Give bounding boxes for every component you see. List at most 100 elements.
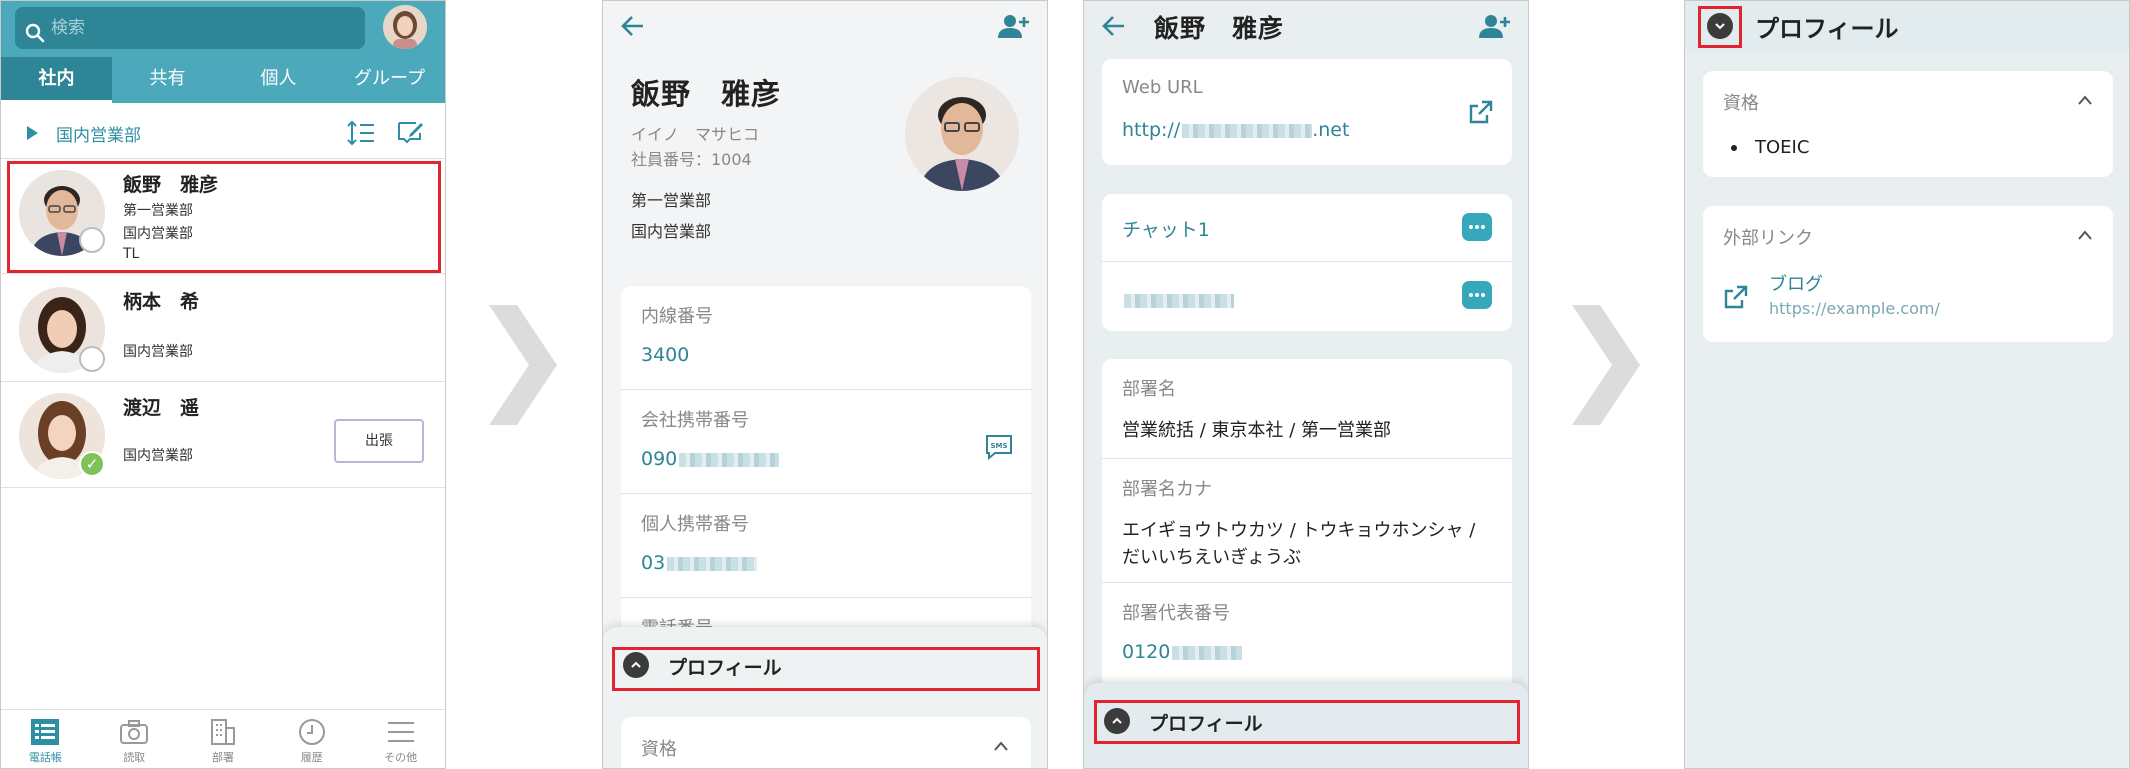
- add-contact-icon[interactable]: [1478, 13, 1510, 43]
- contact-kana: イイノ マサヒコ: [631, 125, 760, 144]
- search-input[interactable]: 検索: [15, 7, 365, 49]
- bullet-icon: [1731, 145, 1737, 151]
- contact-name: 飯野 雅彦: [631, 77, 782, 111]
- sort-icon[interactable]: [346, 119, 376, 151]
- phonebook-icon: [31, 719, 60, 745]
- nav-label: 読取: [123, 751, 146, 764]
- contact-row[interactable]: ✓ 渡辺 遥 国内営業部 出張: [1, 383, 445, 488]
- collapse-chevron-icon[interactable]: [993, 737, 1009, 756]
- detail-header: [603, 1, 1047, 53]
- highlight-box: [7, 161, 441, 273]
- field-label: 個人携帯番号: [641, 514, 749, 535]
- open-link-icon[interactable]: [1468, 99, 1494, 129]
- nav-label: その他: [384, 751, 418, 764]
- edit-message-icon[interactable]: [396, 119, 424, 149]
- redacted-number: [667, 556, 758, 571]
- field-value[interactable]: 0120: [1122, 641, 1243, 663]
- redacted-number: [1172, 645, 1243, 660]
- contact-dept: 国内営業部: [123, 344, 193, 360]
- presence-status-icon: [79, 346, 105, 372]
- contact-detail-screen: 飯野 雅彦 イイノ マサヒコ 社員番号：1004 第一営業部 国内営業部 内線番…: [602, 0, 1048, 769]
- chat-field[interactable]: チャット1: [1102, 194, 1512, 262]
- profile-screen: プロフィール 資格 TOEIC 外部リンク ブログ https://exampl…: [1684, 0, 2130, 769]
- expand-triangle-icon[interactable]: [27, 126, 38, 140]
- sms-icon[interactable]: SMS: [985, 434, 1013, 464]
- web-url-value[interactable]: http://.net: [1122, 119, 1349, 141]
- personal-mobile-field[interactable]: 個人携帯番号 03: [621, 494, 1031, 598]
- department: 第一営業部: [631, 191, 712, 210]
- link-title[interactable]: ブログ: [1769, 270, 1823, 296]
- contact-photo: [905, 77, 1019, 191]
- building-icon: [210, 719, 235, 745]
- nav-label: 電話帳: [28, 751, 62, 764]
- highlight-box: [1094, 700, 1520, 744]
- add-contact-icon[interactable]: [997, 13, 1029, 43]
- profile-title: プロフィール: [1755, 15, 1899, 43]
- nav-scan[interactable]: 読取: [90, 710, 179, 768]
- bottom-nav: 電話帳 読取 部署 履歴 その他: [1, 709, 445, 768]
- chat-icon[interactable]: [1462, 281, 1492, 309]
- open-link-icon[interactable]: [1723, 284, 1749, 314]
- tab-personal[interactable]: 個人: [223, 57, 334, 103]
- collapse-chevron-icon[interactable]: [2077, 226, 2093, 245]
- clock-icon: [298, 719, 325, 745]
- contact-name: 飯野 雅彦: [1154, 14, 1285, 43]
- status-badge[interactable]: 出張: [334, 419, 424, 463]
- department-row[interactable]: 国内営業部: [1, 107, 445, 159]
- nav-more[interactable]: その他: [356, 710, 445, 768]
- company-mobile-field[interactable]: 会社携帯番号 090 SMS: [621, 390, 1031, 494]
- redacted-number: [679, 452, 780, 467]
- camera-icon: [120, 720, 149, 744]
- qualification-item: TOEIC: [1731, 137, 1809, 158]
- section-label: 外部リンク: [1723, 228, 1813, 249]
- tab-shared[interactable]: 共有: [112, 57, 223, 103]
- nav-label: 部署: [211, 751, 234, 764]
- profile-header: プロフィール: [1685, 1, 2129, 51]
- field-value[interactable]: 090: [641, 448, 780, 470]
- back-arrow-icon[interactable]: [1102, 15, 1126, 41]
- nav-history[interactable]: 履歴: [267, 710, 356, 768]
- tab-internal[interactable]: 社内: [1, 57, 112, 103]
- chat-field[interactable]: [1102, 262, 1512, 331]
- contact-detail-scrolled-screen: 飯野 雅彦 Web URL http://.net チャット1 部署名 営業統括: [1083, 0, 1529, 769]
- qualification-card[interactable]: 資格: [621, 717, 1031, 768]
- field-label: 部署名: [1122, 379, 1176, 400]
- search-icon: [25, 17, 45, 59]
- highlight-box: [612, 647, 1040, 691]
- department-card: 部署名 営業統括 / 東京本社 / 第一営業部 部署名カナ エイギョウトウカツ …: [1102, 359, 1512, 699]
- field-value[interactable]: 3400: [641, 344, 689, 366]
- field-label: Web URL: [1122, 77, 1203, 98]
- nav-phonebook[interactable]: 電話帳: [1, 710, 90, 768]
- field-label: 部署名カナ: [1122, 479, 1212, 500]
- section-label: 資格: [1723, 93, 1759, 114]
- contact-row[interactable]: 柄本 希 国内営業部: [1, 275, 445, 382]
- department: 国内営業部: [631, 222, 712, 241]
- field-value: 営業統括 / 東京本社 / 第一営業部: [1122, 420, 1392, 441]
- contact-list-screen: 検索 社内 共有 個人 グループ 国内営業部 飯野 雅彦 第一営業部 国内営業部…: [0, 0, 446, 769]
- nav-department[interactable]: 部署: [179, 710, 268, 768]
- phone-card: 内線番号 3400 会社携帯番号 090 SMS 個人携帯番号 03 電話番号: [621, 286, 1031, 686]
- user-avatar[interactable]: [383, 5, 427, 49]
- search-placeholder: 検索: [51, 18, 85, 38]
- chat-label[interactable]: チャット1: [1122, 215, 1210, 242]
- nav-label: 履歴: [300, 751, 323, 764]
- back-arrow-icon[interactable]: [621, 15, 645, 41]
- available-check-icon: ✓: [79, 451, 105, 477]
- contact-name: 柄本 希: [123, 291, 200, 313]
- menu-icon: [387, 722, 414, 742]
- dept-name-field[interactable]: 部署名 営業統括 / 東京本社 / 第一営業部: [1102, 359, 1512, 459]
- field-label: 会社携帯番号: [641, 410, 749, 431]
- dept-kana-field[interactable]: 部署名カナ エイギョウトウカツ / トウキョウホンシャ / だいいちえいぎょうぶ: [1102, 459, 1512, 583]
- link-url[interactable]: https://example.com/: [1769, 299, 1940, 318]
- field-label: 内線番号: [641, 306, 713, 327]
- dept-phone-field[interactable]: 部署代表番号 0120: [1102, 583, 1512, 699]
- chat-icon[interactable]: [1462, 213, 1492, 241]
- extension-field[interactable]: 内線番号 3400: [621, 286, 1031, 390]
- redacted-chat-label: [1122, 290, 1234, 309]
- collapse-chevron-icon[interactable]: [2077, 91, 2093, 110]
- contact-tabs: 社内 共有 個人 グループ: [1, 57, 445, 103]
- web-url-card[interactable]: Web URL http://.net: [1102, 59, 1512, 165]
- tab-group[interactable]: グループ: [334, 57, 445, 103]
- contact-dept: 国内営業部: [123, 448, 193, 464]
- field-value[interactable]: 03: [641, 552, 758, 574]
